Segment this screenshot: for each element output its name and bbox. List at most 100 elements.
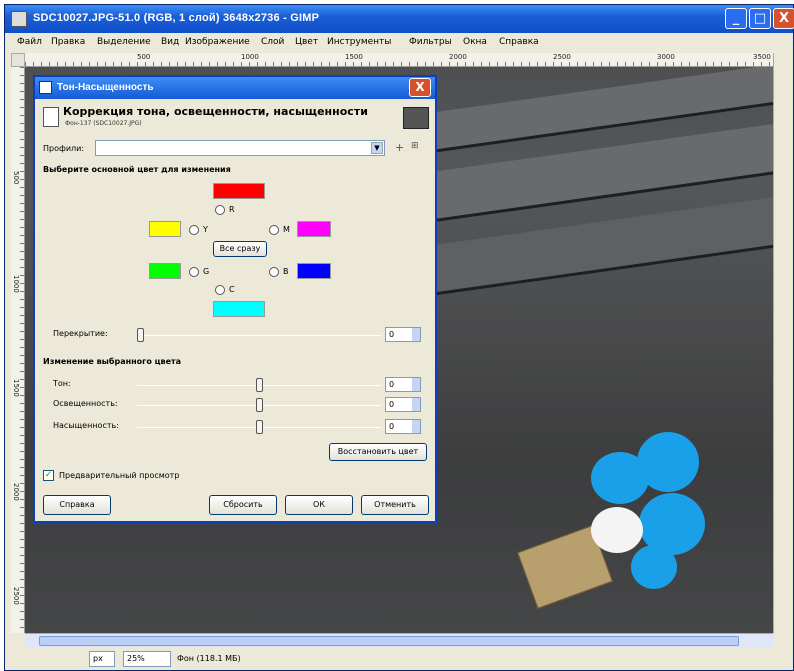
- presets-combo[interactable]: ▼: [95, 140, 385, 156]
- add-preset-icon[interactable]: +: [395, 141, 404, 154]
- ruler-corner[interactable]: [11, 53, 25, 67]
- radio-g[interactable]: [189, 267, 199, 277]
- green-swatch: [149, 263, 181, 279]
- horizontal-ruler[interactable]: 500 1000 1500 2000 2500 3000 3500: [25, 53, 773, 67]
- menu-file[interactable]: Файл: [17, 37, 42, 47]
- radio-m-label: M: [283, 225, 290, 234]
- adjust-section-title: Изменение выбранного цвета: [43, 357, 182, 366]
- ok-button[interactable]: ОК: [285, 495, 353, 515]
- yellow-swatch: [149, 221, 181, 237]
- hue-saturation-dialog: Тон-Насыщенность X Коррекция тона, освещ…: [33, 75, 437, 523]
- menu-layer[interactable]: Слой: [261, 37, 284, 47]
- dialog-titlebar[interactable]: Тон-Насыщенность X: [35, 77, 435, 99]
- saturation-label: Насыщенность:: [53, 421, 119, 430]
- menu-view[interactable]: Вид: [161, 37, 179, 47]
- lightness-slider[interactable]: [256, 398, 263, 412]
- lightness-label: Освещенность:: [53, 399, 118, 408]
- menu-colors[interactable]: Цвет: [295, 37, 318, 47]
- ruler-tick-label: 2000: [449, 53, 467, 61]
- hue-saturation-icon: [43, 107, 59, 127]
- hue-spin[interactable]: 0: [385, 377, 421, 392]
- preview-label: Предварительный просмотр: [59, 471, 180, 480]
- ruler-tick-label: 2500: [553, 53, 571, 61]
- dialog-title: Тон-Насыщенность: [57, 82, 154, 93]
- radio-g-label: G: [203, 267, 210, 276]
- overlap-spin[interactable]: 0: [385, 327, 421, 342]
- menu-filters[interactable]: Фильтры: [409, 37, 452, 47]
- red-swatch: [213, 183, 265, 199]
- dialog-close-button[interactable]: X: [409, 78, 431, 97]
- overlap-track[interactable]: [137, 335, 381, 336]
- vertical-scrollbar[interactable]: [773, 53, 789, 633]
- menu-select[interactable]: Выделение: [97, 37, 151, 47]
- radio-y-label: Y: [203, 225, 208, 234]
- layer-thumbnail: [403, 107, 429, 129]
- window-title: SDC10027.JPG-51.0 (RGB, 1 слой) 3648x273…: [33, 12, 320, 24]
- maximize-button[interactable]: □: [749, 8, 771, 29]
- blue-swatch: [297, 263, 331, 279]
- ruler-tick-label: 500: [137, 53, 151, 61]
- scrollbar-thumb[interactable]: [39, 636, 739, 646]
- spin-arrows-icon[interactable]: [412, 420, 420, 433]
- cancel-button[interactable]: Отменить: [361, 495, 429, 515]
- minimize-button[interactable]: _: [725, 8, 747, 29]
- ruler-tick-label: 1500: [12, 379, 20, 397]
- overlap-value: 0: [389, 330, 395, 339]
- unit-selector[interactable]: px: [89, 651, 115, 667]
- radio-r-label: R: [229, 205, 235, 214]
- saturation-slider[interactable]: [256, 420, 263, 434]
- menu-image[interactable]: Изображение: [185, 37, 250, 47]
- ruler-tick-label: 2500: [12, 587, 20, 605]
- lightness-value: 0: [389, 400, 395, 409]
- blue-balloon: [631, 545, 677, 589]
- radio-c[interactable]: [215, 285, 225, 295]
- spin-arrows-icon[interactable]: [412, 398, 420, 411]
- horizontal-scrollbar[interactable]: [25, 633, 773, 647]
- hue-label: Тон:: [53, 379, 71, 388]
- primary-color-section-title: Выберите основной цвет для изменения: [43, 165, 231, 174]
- menu-edit[interactable]: Правка: [51, 37, 85, 47]
- main-titlebar[interactable]: SDC10027.JPG-51.0 (RGB, 1 слой) 3648x273…: [5, 5, 794, 33]
- saturation-value: 0: [389, 422, 395, 431]
- spin-arrows-icon[interactable]: [412, 328, 420, 341]
- hue-value: 0: [389, 380, 395, 389]
- status-text: Фон (118.1 МБ): [177, 654, 241, 663]
- ruler-tick-label: 1500: [345, 53, 363, 61]
- ruler-tick-label: 1000: [12, 275, 20, 293]
- presets-label: Профили:: [43, 144, 85, 153]
- lightness-spin[interactable]: 0: [385, 397, 421, 412]
- radio-y[interactable]: [189, 225, 199, 235]
- preview-checkbox[interactable]: ✓: [43, 470, 54, 481]
- status-bar: px 25% Фон (118.1 МБ): [5, 648, 793, 670]
- dialog-header-subtitle: Фон-137 (SDC10027.JPG): [65, 120, 142, 127]
- spin-arrows-icon[interactable]: [412, 378, 420, 391]
- chevron-down-icon[interactable]: ▼: [371, 142, 383, 154]
- radio-c-label: C: [229, 285, 235, 294]
- preset-menu-icon[interactable]: ⊞: [411, 141, 419, 151]
- saturation-spin[interactable]: 0: [385, 419, 421, 434]
- ruler-tick-label: 500: [12, 171, 20, 185]
- radio-m[interactable]: [269, 225, 279, 235]
- reset-color-button[interactable]: Восстановить цвет: [329, 443, 427, 461]
- zoom-selector[interactable]: 25%: [123, 651, 171, 667]
- magenta-swatch: [297, 221, 331, 237]
- close-button[interactable]: X: [773, 8, 794, 29]
- white-balloon: [591, 507, 643, 553]
- all-colors-button[interactable]: Все сразу: [213, 241, 267, 257]
- menu-windows[interactable]: Окна: [463, 37, 487, 47]
- ruler-tick-label: 3000: [657, 53, 675, 61]
- gimp-main-window: SDC10027.JPG-51.0 (RGB, 1 слой) 3648x273…: [4, 4, 794, 671]
- radio-b[interactable]: [269, 267, 279, 277]
- vertical-ruler[interactable]: 500 1000 1500 2000 2500: [11, 67, 25, 633]
- help-button[interactable]: Справка: [43, 495, 111, 515]
- gimp-app-icon: [11, 11, 27, 27]
- overlap-slider[interactable]: [137, 328, 144, 342]
- menu-help[interactable]: Справка: [499, 37, 539, 47]
- hue-slider[interactable]: [256, 378, 263, 392]
- reset-button[interactable]: Сбросить: [209, 495, 277, 515]
- menu-bar: Файл Правка Выделение Вид Изображение Сл…: [5, 33, 793, 53]
- menu-tools[interactable]: Инструменты: [327, 37, 391, 47]
- ruler-tick-label: 2000: [12, 483, 20, 501]
- dialog-header-title: Коррекция тона, освещенности, насыщеннос…: [63, 105, 368, 118]
- radio-r[interactable]: [215, 205, 225, 215]
